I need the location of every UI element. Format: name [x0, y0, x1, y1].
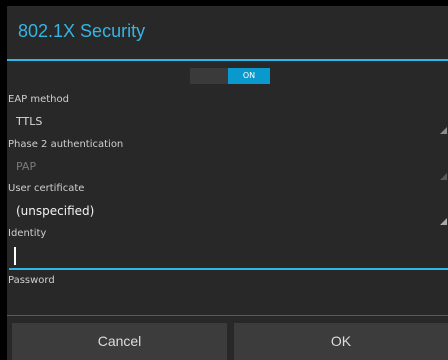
phase2-value: PAP [16, 160, 37, 173]
user-certificate-value: (unspecified) [16, 204, 95, 218]
dropdown-corner-icon [440, 173, 447, 180]
security-dialog: 802.1X Security ON EAP method TTLS Phase… [7, 6, 448, 360]
eap-method-value: TTLS [16, 115, 43, 128]
identity-underline [9, 268, 448, 270]
security-toggle[interactable]: ON [190, 68, 270, 84]
eap-method-spinner[interactable]: TTLS [7, 109, 448, 135]
password-field[interactable] [7, 290, 448, 318]
dialog-title: 802.1X Security [18, 21, 146, 41]
text-caret [14, 247, 16, 265]
identity-field[interactable] [9, 242, 448, 271]
identity-label: Identity [8, 228, 47, 239]
dialog-title-bar: 802.1X Security [7, 6, 448, 59]
dropdown-corner-icon [440, 218, 447, 225]
title-divider [7, 59, 448, 61]
toggle-on-indicator: ON [228, 68, 270, 84]
phase2-label: Phase 2 authentication [8, 139, 124, 150]
cancel-button[interactable]: Cancel [12, 323, 227, 360]
password-label: Password [8, 275, 55, 286]
eap-method-label: EAP method [8, 94, 69, 105]
dropdown-corner-icon [440, 127, 447, 134]
user-certificate-label: User certificate [8, 183, 85, 194]
password-underline [7, 315, 448, 316]
phase2-spinner[interactable]: PAP [7, 154, 448, 181]
ok-button[interactable]: OK [234, 323, 448, 360]
user-certificate-spinner[interactable]: (unspecified) [7, 199, 448, 226]
